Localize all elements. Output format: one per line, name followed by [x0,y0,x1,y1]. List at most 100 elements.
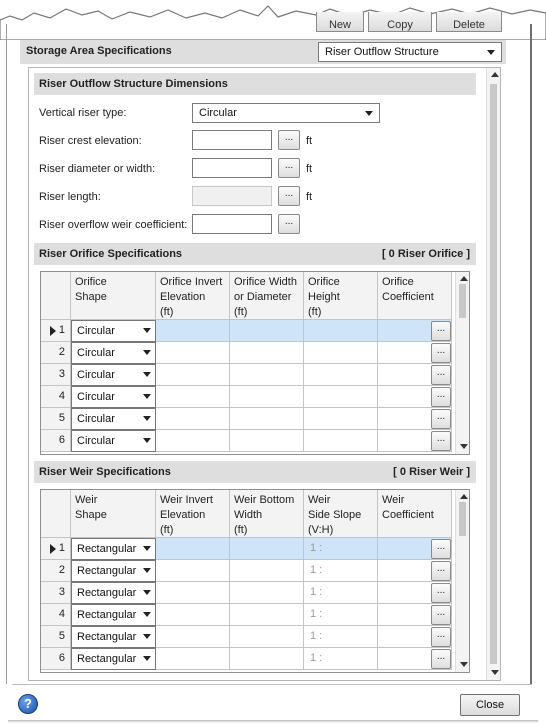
row-header[interactable]: 3 [41,582,71,604]
row-browse-button[interactable]: ... [431,561,451,581]
vertical-riser-type-select[interactable]: Circular [192,103,380,123]
row-header[interactable]: 1 [41,320,71,342]
riser-crest-browse-button[interactable]: ... [278,130,300,150]
row-browse-button[interactable]: ... [431,409,451,429]
grid-cell[interactable] [230,604,304,626]
shape-value: Rectangular [77,587,137,599]
scroll-up-icon[interactable] [460,494,468,499]
shape-select[interactable]: Rectangular [71,648,156,670]
shape-select[interactable]: Rectangular [71,560,156,582]
help-icon[interactable]: ? [18,694,38,714]
row-header[interactable]: 3 [41,364,71,386]
shape-select[interactable]: Circular [71,320,156,342]
grid-cell[interactable] [230,538,304,560]
scroll-down-icon[interactable] [491,670,499,675]
row-header[interactable]: 4 [41,386,71,408]
row-browse-button[interactable]: ... [431,583,451,603]
shape-select[interactable]: Rectangular [71,538,156,560]
row-browse-button[interactable]: ... [431,539,451,559]
row-header[interactable]: 2 [41,342,71,364]
grid-cell[interactable] [156,582,230,604]
grid-cell[interactable]: 1 : [304,582,378,604]
row-header[interactable]: 5 [41,626,71,648]
row-browse-button[interactable]: ... [431,431,451,451]
panel-scrollbar[interactable] [486,68,500,680]
row-header[interactable]: 6 [41,430,71,452]
grid-cell[interactable] [156,408,230,430]
grid-cell[interactable] [304,430,378,452]
grid-cell[interactable] [304,386,378,408]
row-browse-button[interactable]: ... [431,605,451,625]
grid-cell[interactable] [156,560,230,582]
grid-cell[interactable] [156,320,230,342]
storage-type-select[interactable]: Riser Outflow Structure [318,42,502,62]
riser-weir-coefficient-browse-button[interactable]: ... [278,214,300,234]
row-header[interactable]: 1 [41,538,71,560]
grid-scrollbar[interactable] [455,272,469,454]
riser-weir-coefficient-input[interactable] [192,214,272,234]
grid-cell[interactable] [156,364,230,386]
grid-cell[interactable] [230,582,304,604]
grid-cell[interactable] [304,320,378,342]
scroll-down-icon[interactable] [460,444,468,449]
row-number: 5 [58,630,65,642]
shape-select[interactable]: Circular [71,408,156,430]
row-header[interactable]: 2 [41,560,71,582]
grid-cell[interactable] [230,430,304,452]
row-browse-button[interactable]: ... [431,343,451,363]
row-browse-button[interactable]: ... [431,649,451,669]
grid-cell[interactable] [230,364,304,386]
scroll-down-icon[interactable] [460,662,468,667]
row-browse-button[interactable]: ... [431,321,451,341]
grid-cell[interactable] [230,560,304,582]
shape-select[interactable]: Rectangular [71,604,156,626]
grid-cell[interactable] [230,408,304,430]
grid-cell[interactable] [156,648,230,670]
grid-cell[interactable] [156,386,230,408]
row-browse-button[interactable]: ... [431,387,451,407]
riser-diameter-input[interactable] [192,158,272,178]
shape-select[interactable]: Rectangular [71,582,156,604]
riser-length-browse-button[interactable]: ... [278,186,300,206]
grid-cell[interactable] [156,430,230,452]
grid-cell[interactable] [230,320,304,342]
scrollbar-thumb[interactable] [459,502,466,536]
shape-select[interactable]: Circular [71,430,156,452]
row-browse-button[interactable]: ... [431,365,451,385]
grid-cell[interactable] [304,364,378,386]
scroll-up-icon[interactable] [491,72,499,77]
grid-cell[interactable] [156,342,230,364]
row-header[interactable]: 6 [41,648,71,670]
scroll-up-icon[interactable] [460,276,468,281]
row-header[interactable]: 5 [41,408,71,430]
grid-cell[interactable] [304,408,378,430]
chevron-down-icon [143,590,151,595]
orifice-section-header: Riser Orifice Specifications [ 0 Riser O… [34,243,476,265]
grid-cell[interactable] [230,342,304,364]
grid-cell[interactable] [230,626,304,648]
shape-select[interactable]: Rectangular [71,626,156,648]
scrollbar-thumb[interactable] [459,284,466,318]
grid-corner [41,490,71,538]
grid-cell[interactable] [230,386,304,408]
close-button[interactable]: Close [460,694,520,716]
riser-diameter-browse-button[interactable]: ... [278,158,300,178]
grid-cell[interactable] [156,626,230,648]
shape-select[interactable]: Circular [71,342,156,364]
row-header[interactable]: 4 [41,604,71,626]
grid-cell[interactable]: 1 : [304,538,378,560]
grid-cell[interactable]: 1 : [304,560,378,582]
grid-cell[interactable]: 1 : [304,648,378,670]
row-browse-button[interactable]: ... [431,627,451,647]
grid-cell[interactable]: 1 : [304,626,378,648]
riser-crest-input[interactable] [192,130,272,150]
shape-select[interactable]: Circular [71,386,156,408]
grid-cell[interactable] [230,648,304,670]
grid-cell[interactable] [156,538,230,560]
grid-cell[interactable] [304,342,378,364]
grid-scrollbar[interactable] [455,490,469,672]
shape-select[interactable]: Circular [71,364,156,386]
scrollbar-thumb[interactable] [490,84,497,664]
grid-cell[interactable] [156,604,230,626]
grid-cell[interactable]: 1 : [304,604,378,626]
